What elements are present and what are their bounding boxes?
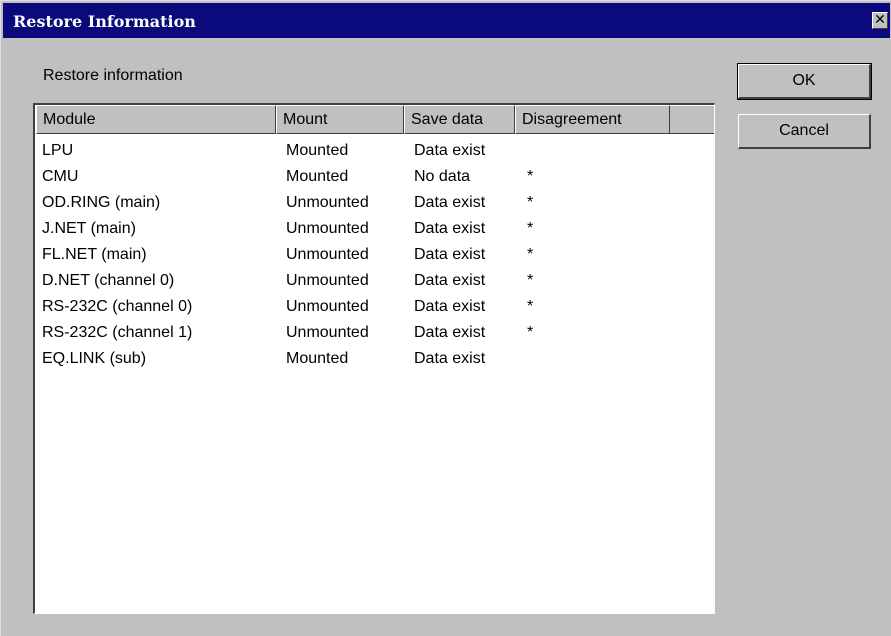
cell-module: OD.RING (main): [42, 194, 161, 211]
cell-save-data: Data exist: [414, 324, 486, 341]
list-rows: LPU Mounted Data exist CMU Mounted No data * OD…: [35, 140, 714, 374]
table-row[interactable]: LPU Mounted Data exist: [35, 140, 714, 166]
column-header-mount[interactable]: Mount: [276, 105, 404, 134]
cell-save-data: Data exist: [414, 350, 486, 367]
table-row[interactable]: FL.NET (main) Unmounted Data exist *: [35, 244, 714, 270]
table-row[interactable]: EQ.LINK (sub) Mounted Data exist: [35, 348, 714, 374]
table-row[interactable]: RS-232C (channel 1) Unmounted Data exist *: [35, 322, 714, 348]
cell-save-data: Data exist: [414, 246, 486, 263]
cell-mount: Unmounted: [286, 324, 369, 341]
cell-module: RS-232C (channel 1): [42, 324, 193, 341]
cell-save-data: Data exist: [414, 272, 486, 289]
table-row[interactable]: J.NET (main) Unmounted Data exist *: [35, 218, 714, 244]
cell-module: LPU: [42, 142, 74, 159]
table-row[interactable]: D.NET (channel 0) Unmounted Data exist *: [35, 270, 714, 296]
restore-information-label: Restore information: [43, 67, 183, 84]
table-row[interactable]: CMU Mounted No data *: [35, 166, 714, 192]
restore-information-dialog: Restore Information ✕ Restore informatio…: [0, 0, 891, 636]
cell-disagreement: *: [527, 272, 534, 289]
list-header: Module Mount Save data Disagreement: [36, 105, 714, 135]
cell-module: J.NET (main): [42, 220, 136, 237]
cell-mount: Unmounted: [286, 272, 369, 289]
cell-module: RS-232C (channel 0): [42, 298, 193, 315]
cell-disagreement: *: [527, 168, 534, 185]
column-header-module[interactable]: Module: [36, 105, 276, 134]
cell-mount: Unmounted: [286, 246, 369, 263]
ok-button[interactable]: OK: [737, 63, 872, 100]
restore-info-list[interactable]: Module Mount Save data Disagreement LPU M…: [33, 103, 715, 614]
cell-mount: Unmounted: [286, 194, 369, 211]
cell-mount: Mounted: [286, 350, 349, 367]
cell-save-data: Data exist: [414, 220, 486, 237]
cell-mount: Mounted: [286, 168, 349, 185]
cell-module: EQ.LINK (sub): [42, 350, 147, 367]
close-icon[interactable]: ✕: [872, 12, 888, 29]
column-header-disagreement[interactable]: Disagreement: [515, 105, 670, 134]
window-title: Restore Information: [13, 12, 196, 31]
cell-save-data: Data exist: [414, 298, 486, 315]
table-row[interactable]: RS-232C (channel 0) Unmounted Data exist *: [35, 296, 714, 322]
cell-disagreement: *: [527, 324, 534, 341]
cell-disagreement: *: [527, 194, 534, 211]
cell-mount: Unmounted: [286, 220, 369, 237]
cell-disagreement: *: [527, 246, 534, 263]
title-bar[interactable]: Restore Information ✕: [3, 3, 890, 38]
cell-module: FL.NET (main): [42, 246, 147, 263]
column-header-save-data[interactable]: Save data: [404, 105, 515, 134]
cell-save-data: No data: [414, 168, 471, 185]
cell-disagreement: *: [527, 298, 534, 315]
cell-module: CMU: [42, 168, 79, 185]
cancel-button[interactable]: Cancel: [738, 114, 871, 149]
cell-module: D.NET (channel 0): [42, 272, 175, 289]
cell-mount: Unmounted: [286, 298, 369, 315]
cell-disagreement: *: [527, 220, 534, 237]
cell-save-data: Data exist: [414, 194, 486, 211]
cell-save-data: Data exist: [414, 142, 486, 159]
cell-mount: Mounted: [286, 142, 349, 159]
column-header-filler: [670, 105, 714, 134]
table-row[interactable]: OD.RING (main) Unmounted Data exist *: [35, 192, 714, 218]
